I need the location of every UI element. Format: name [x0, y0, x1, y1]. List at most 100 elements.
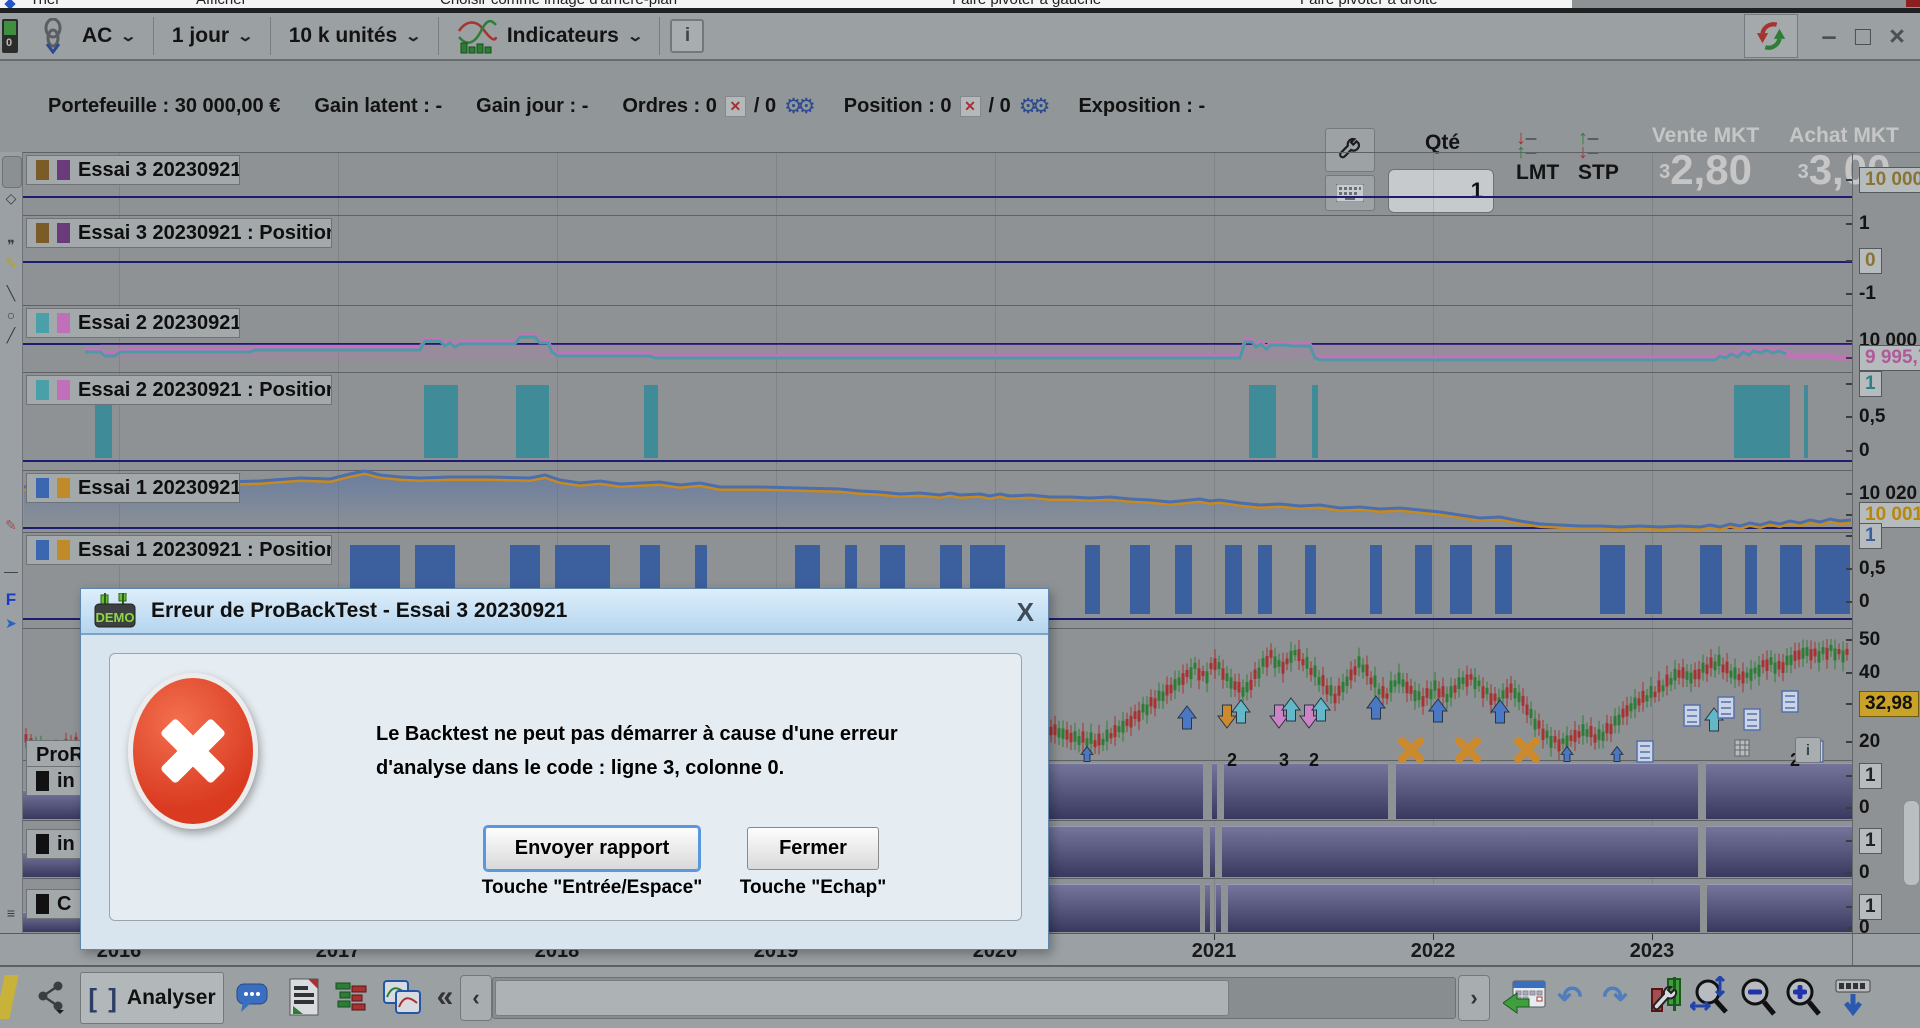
vertical-scrollbar-thumb[interactable]	[1903, 800, 1920, 886]
units-dropdown[interactable]: 10 k unités ⌄	[281, 16, 428, 56]
context-menu-item[interactable]: Trier	[30, 0, 60, 8]
cancel-orders-icon[interactable]: ✕	[724, 96, 746, 117]
qty-input[interactable]	[1388, 169, 1494, 213]
context-menu-item[interactable]: Choisir comme image d'arrière-plan	[440, 0, 677, 8]
news-button[interactable]	[284, 972, 324, 1022]
goto-date-button[interactable]	[1501, 972, 1549, 1022]
sync-icon	[1756, 22, 1786, 50]
info-button[interactable]: i	[670, 19, 705, 53]
arrow-tool-icon[interactable]: ➤	[0, 615, 22, 632]
dialog-close-button[interactable]: X	[1017, 597, 1034, 628]
horizontal-scrollbar-thumb[interactable]	[495, 980, 1229, 1016]
account-bar: Portefeuille : 30 000,00 € Gain latent :…	[0, 61, 1920, 213]
chart-info-button[interactable]: i	[1795, 737, 1821, 763]
pane-divider	[22, 152, 1852, 153]
indicator-fill	[1047, 763, 1203, 819]
orderbook-button[interactable]	[330, 972, 374, 1022]
stp-button[interactable]: ↑⎯ ↓⎯ STP	[1578, 128, 1619, 185]
close-button[interactable]: ×	[1880, 21, 1914, 52]
pane-label-text: Essai 2 20230921 : Positions	[78, 378, 332, 401]
trendline-tool-icon[interactable]: ╱	[0, 327, 22, 344]
pane-label[interactable]: Essai 1 20230921 : Positions	[26, 535, 332, 565]
close-key-hint: Touche "Echap"	[739, 877, 887, 898]
tool-button[interactable]	[2, 156, 22, 188]
trade-marker-doc	[1683, 704, 1701, 727]
close-dialog-button[interactable]: Fermer	[747, 827, 879, 870]
minimize-button[interactable]: –	[1812, 21, 1846, 52]
trade-marker-down	[1269, 704, 1289, 729]
analyser-button[interactable]: [ ] Analyser	[80, 972, 224, 1024]
axis-value: 1	[1859, 213, 1870, 234]
zoom-fit-icon	[1690, 976, 1728, 1014]
line-tool-icon[interactable]: ╲	[0, 285, 22, 302]
zero-line	[22, 460, 1852, 462]
scroll-left-button[interactable]: ‹	[460, 975, 492, 1021]
context-menu-item[interactable]: Faire pivoter à gauche	[952, 0, 1101, 8]
orders-settings-icon[interactable]: ⚙⚙	[784, 94, 816, 119]
keyboard-icon	[1336, 184, 1364, 202]
segment-tool-icon[interactable]: —	[0, 563, 22, 579]
trade-marker-up	[1490, 699, 1510, 724]
instrument-dropdown[interactable]: AC ⌄	[74, 16, 143, 56]
analyser-label: Analyser	[126, 986, 216, 1009]
share-button[interactable]	[27, 972, 75, 1022]
order-settings-button[interactable]	[1325, 128, 1375, 172]
detach-panel-button[interactable]	[1829, 972, 1877, 1022]
lmt-button[interactable]: ↓⎯ ↑⎯ LMT	[1516, 127, 1559, 185]
send-report-button[interactable]: Envoyer rapport	[485, 827, 699, 870]
link-tool-button[interactable]	[32, 16, 74, 56]
pane-label[interactable]: Essai 2 20230921	[26, 308, 240, 338]
close-position-icon[interactable]: ✕	[959, 96, 981, 117]
zoom-fit-button[interactable]	[1687, 972, 1735, 1022]
series-color-swatch	[36, 540, 49, 560]
position-count: Position : 0	[843, 95, 952, 117]
keyboard-button[interactable]	[1325, 175, 1375, 211]
ellipse-tool-icon[interactable]: ○	[0, 307, 22, 323]
timeline-year-label: 2021	[1191, 940, 1237, 962]
essai1-position-bar	[1305, 545, 1316, 614]
redo-button[interactable]: ↷	[1597, 972, 1633, 1022]
scroll-right-button[interactable]: ›	[1458, 975, 1490, 1021]
pointer-tool-icon[interactable]: ◇	[0, 190, 22, 207]
zero-line	[22, 527, 1852, 529]
maximize-button[interactable]: □	[1846, 21, 1880, 52]
pane-label[interactable]: C	[26, 889, 82, 919]
pane-label[interactable]: Essai 3 20230921	[26, 155, 240, 185]
error-dialog-titlebar[interactable]: DEMO Erreur de ProBackTest - Essai 3 202…	[81, 589, 1048, 635]
position-settings-icon[interactable]: ⚙⚙	[1019, 94, 1051, 119]
collapse-toolbar-button[interactable]: «	[430, 972, 460, 1022]
gain-latent: Gain latent : -	[314, 95, 443, 117]
zoom-out-icon	[1741, 978, 1776, 1016]
pane-label[interactable]: in	[26, 829, 82, 859]
quote-tool-icon[interactable]: ❞	[0, 237, 22, 254]
pane-label[interactable]: Essai 3 20230921 : Positions	[26, 218, 332, 248]
buy-market-button[interactable]: Achat MKT 33,00	[1780, 118, 1908, 213]
chat-button[interactable]	[230, 972, 274, 1022]
sell-market-button[interactable]: Vente MKT 32,80	[1643, 118, 1768, 213]
lmt-icon: ↓⎯ ↑⎯	[1516, 127, 1536, 163]
pane-label[interactable]: Essai 1 20230921	[26, 473, 240, 503]
series-color-swatch	[36, 834, 49, 854]
fibonacci-tool-icon[interactable]: F	[0, 590, 22, 610]
pane-divider	[22, 215, 1852, 216]
essai1-position-bar	[1085, 545, 1100, 614]
undo-button[interactable]: ↶	[1552, 972, 1588, 1022]
period-dropdown[interactable]: 1 jour ⌄	[164, 16, 260, 56]
zoom-out-button[interactable]	[1736, 972, 1780, 1022]
pane-label[interactable]: in	[26, 766, 82, 796]
pencil-tool-icon[interactable]: ✎	[0, 255, 22, 272]
zoom-in-button[interactable]	[1781, 972, 1825, 1022]
axis-value: 0	[1859, 797, 1870, 818]
context-menu-item[interactable]: Faire pivoter à droite	[1300, 0, 1438, 8]
trade-marker-up	[1281, 697, 1301, 722]
horizontal-scrollbar-track[interactable]	[492, 977, 1456, 1019]
indicators-dropdown[interactable]: Indicateurs ⌄	[449, 16, 650, 56]
chart-windows-button[interactable]	[379, 972, 425, 1022]
sync-button[interactable]	[1744, 14, 1798, 58]
list-tool-icon[interactable]: ≡	[0, 905, 22, 921]
color-pencil-tool-icon[interactable]: ✎	[0, 517, 22, 534]
pane-label[interactable]: Essai 2 20230921 : Positions	[26, 375, 332, 405]
essai1-position-bar	[1175, 545, 1192, 614]
context-menu-item[interactable]: Afficher	[196, 0, 247, 8]
chart-settings-button[interactable]	[1642, 972, 1690, 1022]
